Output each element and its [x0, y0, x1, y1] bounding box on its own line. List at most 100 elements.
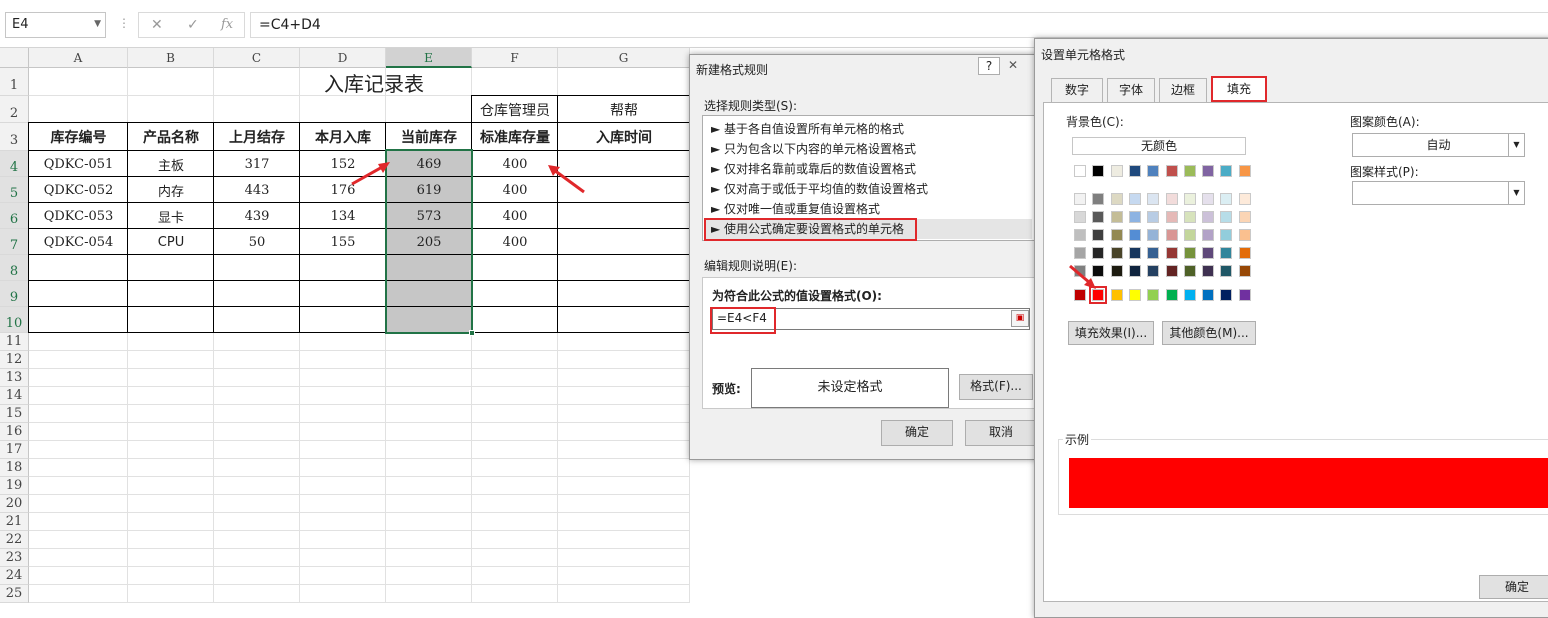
color-swatch[interactable]	[1238, 289, 1251, 301]
more-colors-button[interactable]: 其他颜色(M)...	[1162, 321, 1256, 345]
tab-2[interactable]: 边框	[1159, 78, 1207, 102]
row-header-14[interactable]: 14	[0, 387, 29, 405]
chevron-down-icon[interactable]: ▼	[1508, 182, 1524, 204]
select-all-corner[interactable]	[0, 48, 29, 68]
row-header-3[interactable]: 3	[0, 123, 29, 151]
table-cell[interactable]: CPU	[128, 229, 214, 255]
color-swatch[interactable]	[1074, 165, 1086, 177]
row-header-16[interactable]: 16	[0, 423, 29, 441]
column-header-b[interactable]: B	[128, 48, 214, 68]
color-swatch[interactable]	[1092, 193, 1105, 205]
table-header-cell[interactable]: 标准库存量	[472, 123, 558, 151]
color-swatch[interactable]	[1238, 193, 1251, 205]
color-swatch[interactable]	[1110, 165, 1123, 177]
pattern-style-select[interactable]: ▼	[1352, 181, 1525, 205]
column-header-e[interactable]: E	[386, 48, 472, 68]
color-swatch[interactable]	[1183, 165, 1196, 177]
color-swatch[interactable]	[1147, 247, 1160, 259]
color-swatch[interactable]	[1092, 247, 1105, 259]
color-swatch[interactable]	[1165, 211, 1178, 223]
table-header-cell[interactable]: 产品名称	[128, 123, 214, 151]
row-header-9[interactable]: 9	[0, 281, 29, 307]
row-header-25[interactable]: 25	[0, 585, 29, 603]
row-header-11[interactable]: 11	[0, 333, 29, 351]
color-swatch[interactable]	[1183, 193, 1196, 205]
fx-icon[interactable]: fx	[221, 17, 233, 32]
row-header-6[interactable]: 6	[0, 203, 29, 229]
table-cell[interactable]: 主板	[128, 151, 214, 177]
row-header-18[interactable]: 18	[0, 459, 29, 477]
ok-button[interactable]: 确定	[881, 420, 953, 446]
color-swatch[interactable]	[1147, 229, 1160, 241]
color-swatch[interactable]	[1110, 193, 1123, 205]
row-header-12[interactable]: 12	[0, 351, 29, 369]
color-swatch[interactable]	[1202, 211, 1215, 223]
color-swatch[interactable]	[1238, 229, 1251, 241]
table-header-cell[interactable]: 当前库存	[386, 123, 472, 151]
color-swatch[interactable]	[1238, 165, 1251, 177]
color-swatch[interactable]	[1220, 193, 1233, 205]
rule-type-item[interactable]: ► 仅对排名靠前或靠后的数值设置格式	[711, 159, 1031, 179]
color-swatch[interactable]	[1074, 193, 1086, 205]
color-swatch[interactable]	[1110, 229, 1123, 241]
color-swatch[interactable]	[1165, 247, 1178, 259]
color-swatch[interactable]	[1147, 193, 1160, 205]
color-swatch[interactable]	[1165, 165, 1178, 177]
color-swatch[interactable]	[1128, 247, 1141, 259]
table-cell[interactable]: 155	[300, 229, 386, 255]
formula-input[interactable]: =C4+D4	[250, 12, 1548, 38]
color-swatch[interactable]	[1183, 247, 1196, 259]
table-cell[interactable]: 134	[300, 203, 386, 229]
help-button[interactable]: ?	[978, 57, 1000, 75]
table-cell[interactable]: 400	[472, 229, 558, 255]
color-swatch[interactable]	[1147, 165, 1160, 177]
color-swatch[interactable]	[1183, 211, 1196, 223]
color-swatch[interactable]	[1110, 247, 1123, 259]
cancel-button[interactable]: 取消	[965, 420, 1037, 446]
tab-0[interactable]: 数字	[1051, 78, 1103, 102]
table-header-cell[interactable]: 入库时间	[558, 123, 690, 151]
chevron-down-icon[interactable]: ▼	[94, 19, 101, 29]
row-header-17[interactable]: 17	[0, 441, 29, 459]
color-swatch[interactable]	[1238, 247, 1251, 259]
tab-3[interactable]: 填充	[1211, 76, 1267, 102]
color-swatch[interactable]	[1110, 289, 1123, 301]
table-cell[interactable]: 439	[214, 203, 300, 229]
color-swatch[interactable]	[1074, 229, 1086, 241]
column-header-f[interactable]: F	[472, 48, 558, 68]
close-icon[interactable]: ✕	[1008, 58, 1018, 72]
table-header-cell[interactable]: 上月结存	[214, 123, 300, 151]
color-swatch[interactable]	[1128, 193, 1141, 205]
column-header-g[interactable]: G	[558, 48, 690, 68]
cell-f2[interactable]: 仓库管理员	[472, 96, 558, 123]
color-swatch[interactable]	[1202, 289, 1215, 301]
color-swatch[interactable]	[1128, 165, 1141, 177]
color-swatch[interactable]	[1092, 229, 1105, 241]
no-color-button[interactable]: 无颜色	[1072, 137, 1246, 155]
table-cell[interactable]: QDKC-052	[29, 177, 128, 203]
color-swatch[interactable]	[1238, 211, 1251, 223]
table-header-cell[interactable]: 本月入库	[300, 123, 386, 151]
check-icon[interactable]: ✓	[187, 17, 199, 33]
color-swatch[interactable]	[1110, 211, 1123, 223]
color-swatch[interactable]	[1202, 193, 1215, 205]
row-header-24[interactable]: 24	[0, 567, 29, 585]
row-header-13[interactable]: 13	[0, 369, 29, 387]
color-swatch[interactable]	[1183, 265, 1196, 277]
table-cell[interactable]: 50	[214, 229, 300, 255]
row-header-22[interactable]: 22	[0, 531, 29, 549]
column-header-c[interactable]: C	[214, 48, 300, 68]
table-cell[interactable]: 内存	[128, 177, 214, 203]
row-header-8[interactable]: 8	[0, 255, 29, 281]
row-header-10[interactable]: 10	[0, 307, 29, 333]
color-swatch[interactable]	[1092, 165, 1105, 177]
cell-g2[interactable]: 帮帮	[558, 96, 690, 123]
table-cell[interactable]: 317	[214, 151, 300, 177]
row-header-19[interactable]: 19	[0, 477, 29, 495]
color-swatch[interactable]	[1165, 229, 1178, 241]
color-swatch[interactable]	[1220, 289, 1233, 301]
table-cell[interactable]: 显卡	[128, 203, 214, 229]
row-header-21[interactable]: 21	[0, 513, 29, 531]
color-swatch[interactable]	[1165, 265, 1178, 277]
row-header-2[interactable]: 2	[0, 96, 29, 123]
